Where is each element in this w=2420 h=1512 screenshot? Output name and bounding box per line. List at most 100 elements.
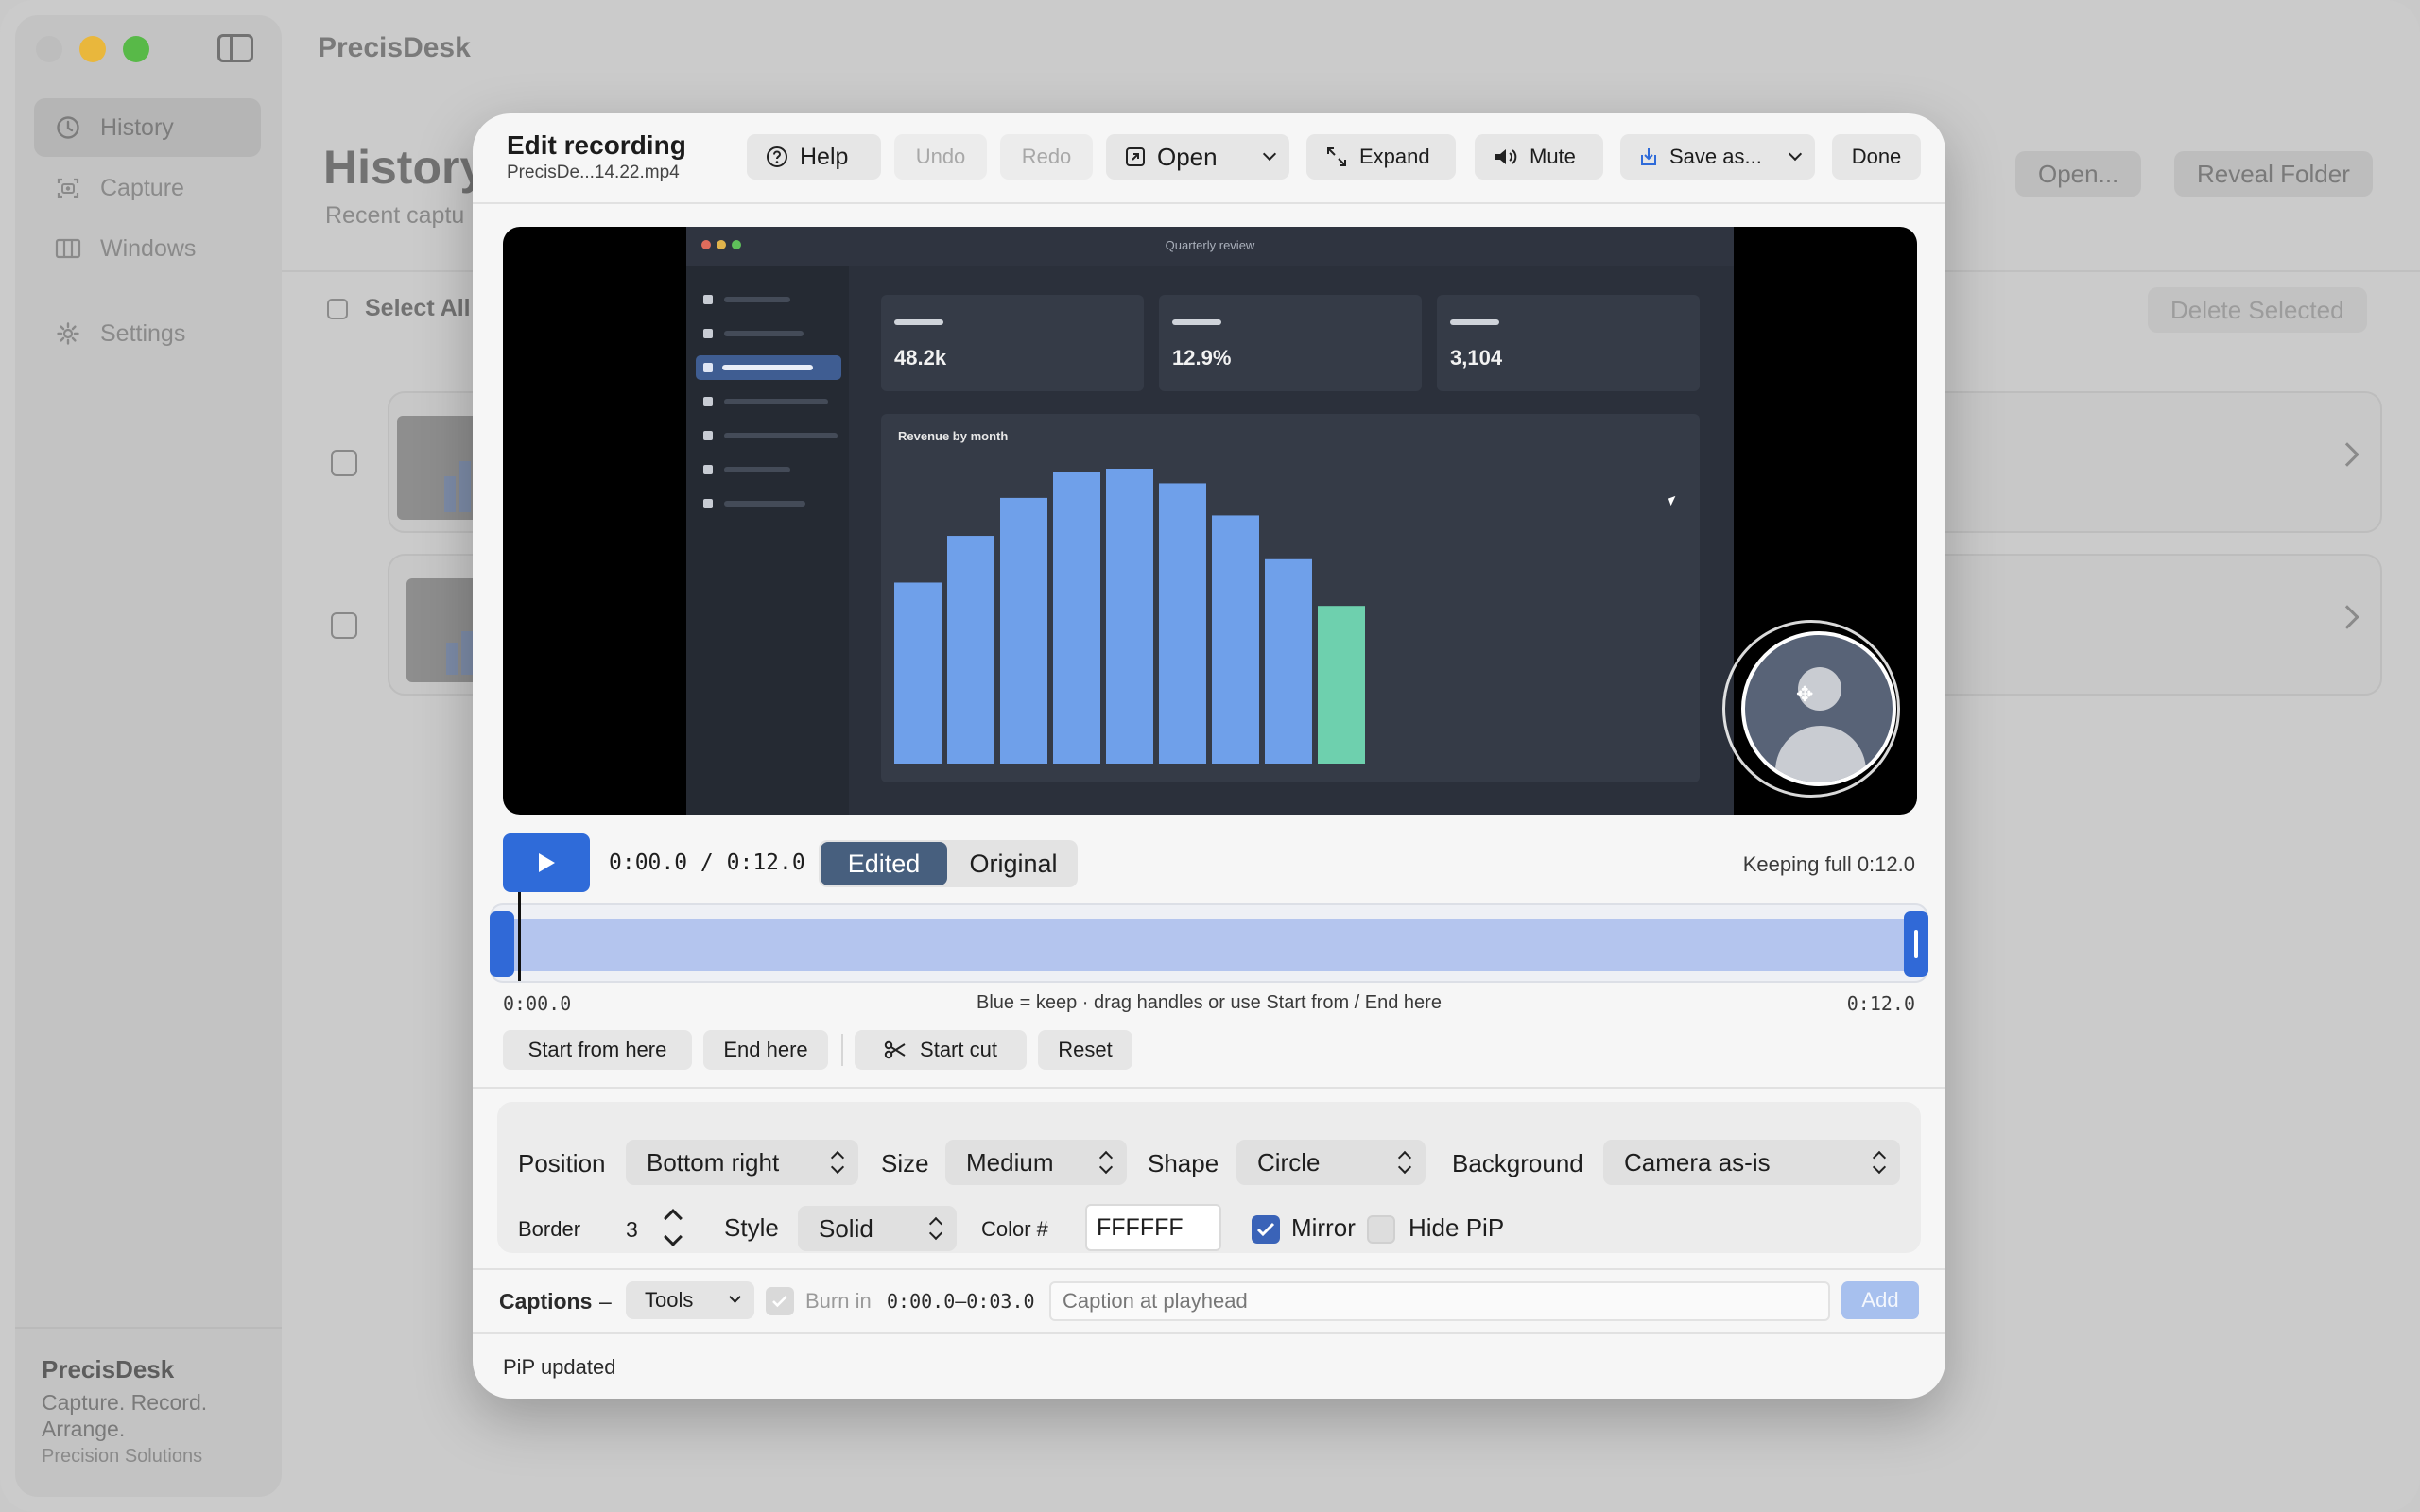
window-minimize-button[interactable] [79,36,106,62]
reveal-folder-button: Reveal Folder [2174,151,2373,197]
open-external-icon [1125,146,1146,167]
updown-chevron-icon [930,1217,942,1240]
chart-bar [1000,497,1047,764]
sidebar-item-capture[interactable]: Capture [34,159,261,217]
sidebar-item-label: Settings [100,319,186,347]
position-select[interactable]: Bottom right [626,1140,858,1185]
recorded-sidebar-row-active [696,355,841,380]
kpi-value: 12.9% [1172,346,1232,369]
open-button-background: Open... [2015,151,2142,197]
sidebar-item-settings[interactable]: Settings [34,304,261,363]
caption-input[interactable] [1049,1281,1830,1321]
trim-end-handle[interactable] [1904,911,1928,977]
sidebar-company: Precision Solutions [42,1446,203,1467]
select-all-label: Select All [365,295,471,321]
kpi-card: 48.2k [881,295,1144,391]
chevron-down-icon [729,1291,741,1303]
question-circle-icon [766,146,788,168]
start-cut-label: Start cut [920,1038,997,1061]
row-checkbox [331,450,357,476]
sidebar-item-history[interactable]: History [34,98,261,157]
chevron-down-icon [1788,146,1803,162]
checkbox-box [327,298,348,319]
mirror-checkbox[interactable] [1252,1215,1280,1244]
video-preview[interactable]: Quarterly review 48.2k 12.9% 3,104 Reven… [503,227,1917,815]
chart-bar [894,582,942,764]
reset-button[interactable]: Reset [1038,1030,1132,1070]
kpi-card: 3,104 [1437,295,1700,391]
expand-button[interactable]: Expand [1306,134,1456,180]
caption-time-range: 0:00.0–0:03.0 [887,1290,1035,1313]
sidebar-item-label: Windows [100,234,197,262]
button-separator [841,1034,843,1066]
expand-label: Expand [1359,145,1430,168]
trim-timeline[interactable] [490,892,1928,983]
burn-in-checkbox[interactable] [766,1287,794,1315]
background-label: Background [1452,1149,1583,1177]
mode-edited-tab[interactable]: Edited [821,842,947,885]
chart-bar [1318,606,1365,764]
redo-button[interactable]: Redo [1000,134,1093,180]
mute-button[interactable]: Mute [1475,134,1603,180]
kpi-card: 12.9% [1159,295,1422,391]
recorded-sidebar-row [703,293,845,306]
start-from-here-button[interactable]: Start from here [503,1030,692,1070]
border-style-select[interactable]: Solid [798,1206,957,1251]
sidebar-toggle-icon[interactable] [217,34,253,62]
window-close-button[interactable] [36,36,62,62]
done-button[interactable]: Done [1832,134,1921,180]
chart-title: Revenue by month [898,429,1009,443]
help-button[interactable]: Help [747,134,881,180]
shape-select[interactable]: Circle [1236,1140,1426,1185]
timeline-start-time: 0:00.0 [503,992,572,1015]
recorded-sidebar [686,266,849,815]
status-message: PiP updated [503,1355,616,1379]
background-select[interactable]: Camera as-is [1603,1140,1900,1185]
sheet-header: Edit recording PrecisDe...14.22.mp4 Help… [473,113,1945,204]
revenue-chart [894,469,1365,764]
captions-separator: – [599,1289,612,1314]
playhead[interactable] [518,892,521,981]
open-menu-button[interactable]: Open [1106,134,1289,180]
recording-filename: PrecisDe...14.22.mp4 [507,163,680,182]
border-color-field[interactable] [1085,1204,1221,1251]
captions-tools-menu[interactable]: Tools [626,1281,754,1319]
sidebar-brand: PrecisDesk [42,1355,175,1383]
scissors-icon [884,1040,907,1059]
pip-settings-panel: Position Bottom right Size Medium Shape … [497,1102,1921,1253]
recorded-window-titlebar: Quarterly review [686,227,1734,266]
trim-start-handle[interactable] [490,911,514,977]
sidebar-item-windows[interactable]: Windows [34,219,261,278]
end-here-button[interactable]: End here [703,1030,828,1070]
pip-camera-overlay[interactable] [1741,631,1896,786]
select-all-checkbox: Select All [327,295,471,322]
style-value: Solid [819,1213,873,1243]
play-button[interactable] [503,833,590,892]
add-caption-button[interactable]: Add [1841,1281,1919,1319]
sidebar-tagline: Capture. Record. Arrange. [42,1390,208,1441]
mute-label: Mute [1530,145,1576,168]
border-width-stepper[interactable] [656,1204,690,1251]
save-as-menu-button[interactable]: Save as... [1620,134,1815,180]
chart-bar [1106,469,1153,764]
move-icon[interactable]: ✥ [1796,682,1813,707]
recorded-sidebar-row [703,327,845,340]
window-zoom-button[interactable] [123,36,149,62]
style-label: Style [724,1213,779,1242]
mode-original-tab[interactable]: Original [951,842,1076,885]
size-select[interactable]: Medium [945,1140,1127,1185]
hide-pip-checkbox[interactable] [1367,1215,1395,1244]
recorded-sidebar-row [703,497,845,510]
recording-thumbnail [397,416,482,520]
sheet-title: Edit recording [507,130,686,160]
undo-button[interactable]: Undo [894,134,987,180]
shape-value: Circle [1257,1147,1321,1177]
position-label: Position [518,1149,606,1177]
speaker-icon [1494,146,1518,167]
delete-selected-button: Delete Selected [2148,287,2367,333]
chart-bar [1159,483,1206,764]
color-label: Color # [981,1217,1048,1241]
columns-icon [55,235,81,262]
kpi-value: 48.2k [894,346,947,369]
start-cut-button[interactable]: Start cut [855,1030,1027,1070]
